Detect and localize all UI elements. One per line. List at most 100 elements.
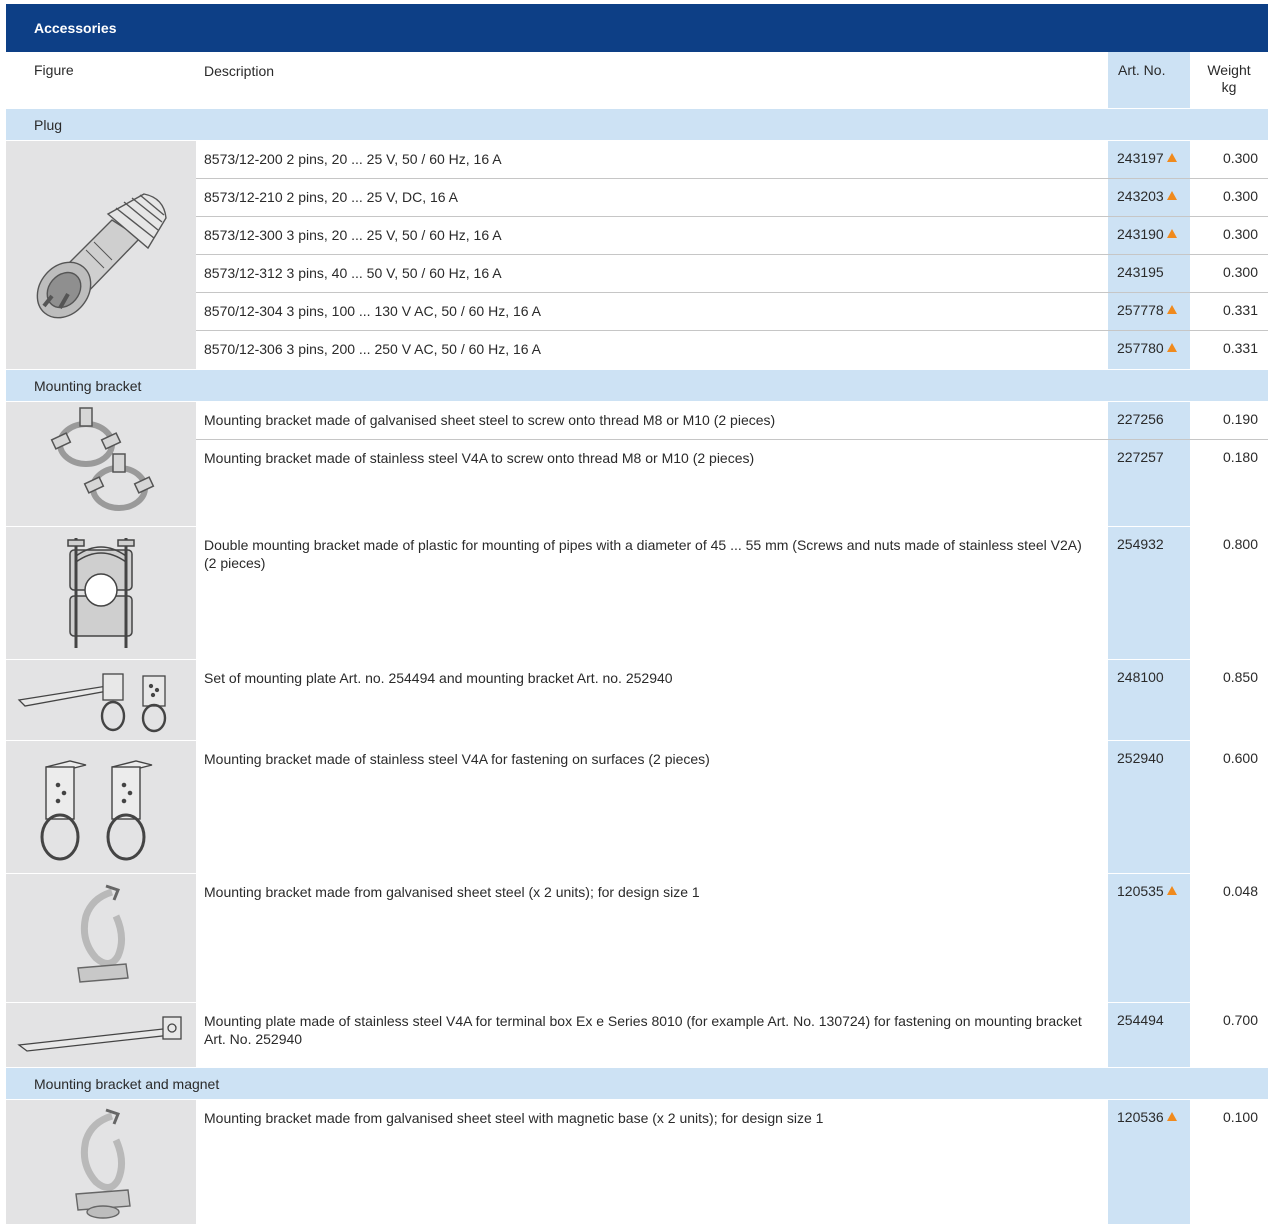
weight-header-line1: Weight [1207,62,1251,78]
art-no-value: 243190 [1117,226,1164,242]
art-no-value: 227257 [1117,449,1164,465]
item-weight: 0.700 [1222,1012,1258,1028]
mounting-plate-figure [6,1003,196,1067]
category-row-mounting-bracket: Mounting bracket [6,369,1268,401]
art-no-value: 248100 [1117,669,1164,685]
item-art-no: 248100 [1106,660,1190,740]
item-weight: 0.800 [1222,536,1258,552]
item-weight: 0.180 [1222,449,1258,465]
art-no-value: 243197 [1117,150,1164,166]
item-weight: 0.300 [1222,264,1258,280]
group-rows: Mounting bracket made from galvanised sh… [196,874,1268,1002]
table-row: Mounting bracket made of galvanised shee… [196,402,1268,440]
availability-marker-icon [1166,343,1177,352]
product-group: Double mounting bracket made of plastic … [6,526,1268,659]
plug-icon [36,193,167,319]
product-group: Mounting bracket made of stainless steel… [6,740,1268,873]
group-rows: Mounting bracket made from galvanised sh… [196,1100,1268,1224]
item-weight: 0.331 [1222,340,1258,356]
description-column-header: Description [204,63,275,79]
table-row: Mounting bracket made from galvanised sh… [196,1100,1268,1224]
availability-marker-icon [1166,305,1177,314]
product-group-plug: 8573/12-200 2 pins, 20 ... 25 V, 50 / 60… [6,140,1268,369]
item-weight: 0.331 [1222,302,1258,318]
product-group: Mounting bracket made from galvanised sh… [6,1099,1268,1224]
availability-marker-icon [1166,886,1177,895]
magnet-clip-figure [6,1100,196,1224]
item-art-no: 254494 [1106,1003,1190,1067]
item-art-no: 252940 [1106,741,1190,873]
spring-clip-icon [77,884,129,983]
item-description: 8573/12-300 3 pins, 20 ... 25 V, 50 / 60… [204,227,502,243]
item-art-no: 227256 [1106,402,1190,439]
table-row: Mounting plate made of stainless steel V… [196,1003,1268,1067]
double-bracket-icon [67,538,135,648]
art-no-column-header: Art. No. [1106,52,1190,108]
item-art-no: 120535 [1106,874,1190,1002]
surface-bracket-icon [40,760,153,861]
item-weight: 0.600 [1222,750,1258,766]
product-group: Mounting plate made of stainless steel V… [6,1002,1268,1067]
item-description: 8573/12-200 2 pins, 20 ... 25 V, 50 / 60… [204,151,502,167]
pipe-clamp-pair-icon [50,407,155,511]
item-art-no: 257778 [1106,293,1190,330]
item-art-no: 243203 [1106,179,1190,216]
group-rows: Double mounting bracket made of plastic … [196,527,1268,659]
table-row: Mounting bracket made of stainless steel… [196,741,1268,873]
item-description: Mounting bracket made of stainless steel… [204,450,755,466]
art-no-value: 243203 [1117,188,1164,204]
art-no-value: 252940 [1117,750,1164,766]
weight-header-line2: kg [1221,79,1237,95]
product-group: Mounting bracket made from galvanised sh… [6,873,1268,1002]
plug-figure [6,141,196,369]
category-row-mounting-bracket-and-magnet: Mounting bracket and magnet [6,1067,1268,1099]
item-description: Mounting bracket made of galvanised shee… [204,412,776,428]
availability-marker-icon [1166,153,1177,162]
table-row: 8573/12-300 3 pins, 20 ... 25 V, 50 / 60… [196,217,1268,255]
art-no-value: 254932 [1117,536,1164,552]
figure-column-header: Figure [34,62,74,78]
art-no-value: 120535 [1117,883,1164,899]
item-weight: 0.300 [1222,150,1258,166]
item-weight: 0.048 [1222,883,1258,899]
art-no-value: 257778 [1117,302,1164,318]
item-description: Mounting bracket made from galvanised sh… [204,884,700,900]
item-weight: 0.300 [1222,226,1258,242]
item-art-no: 254932 [1106,527,1190,659]
item-weight: 0.100 [1222,1109,1258,1125]
item-description: 8570/12-304 3 pins, 100 ... 130 V AC, 50… [204,303,542,319]
item-description: 8573/12-210 2 pins, 20 ... 25 V, DC, 16 … [204,189,458,205]
item-art-no: 243195 [1106,255,1190,292]
art-no-value: 120536 [1117,1109,1164,1125]
table-row: 8570/12-306 3 pins, 200 ... 250 V AC, 50… [196,331,1268,369]
item-description: Mounting plate made of stainless steel V… [204,1013,1082,1047]
table-row: 8570/12-304 3 pins, 100 ... 130 V AC, 50… [196,293,1268,331]
table-title: Accessories [34,20,117,36]
table-row: Mounting bracket made from galvanised sh… [196,874,1268,1002]
art-no-value: 243195 [1117,264,1164,280]
item-description: 8570/12-306 3 pins, 200 ... 250 V AC, 50… [204,341,542,357]
group-rows: Mounting bracket made of galvanised shee… [196,402,1268,526]
table-row: Set of mounting plate Art. no. 254494 an… [196,660,1268,740]
item-description: Mounting bracket made of stainless steel… [204,751,710,767]
plug-rows: 8573/12-200 2 pins, 20 ... 25 V, 50 / 60… [196,141,1268,369]
mounting-plate-icon [17,1016,182,1052]
magnet-clip-icon [75,1108,131,1219]
plate-and-bracket-set-icon [17,673,167,733]
category-row-plug: Plug [6,108,1268,140]
group-rows: Set of mounting plate Art. no. 254494 an… [196,660,1268,740]
table-row: 8573/12-210 2 pins, 20 ... 25 V, DC, 16 … [196,179,1268,217]
item-art-no: 243197 [1106,141,1190,178]
pipe-clamp-figure [6,402,196,526]
art-no-value: 254494 [1117,1012,1164,1028]
availability-marker-icon [1166,229,1177,238]
product-group: Mounting bracket made of galvanised shee… [6,401,1268,526]
art-no-value: 257780 [1117,340,1164,356]
item-art-no: 243190 [1106,217,1190,254]
surface-bracket-figure [6,741,196,873]
item-description: Set of mounting plate Art. no. 254494 an… [204,670,673,686]
group-rows: Mounting plate made of stainless steel V… [196,1003,1268,1067]
weight-column-header: Weight kg [1190,52,1268,108]
item-weight: 0.300 [1222,188,1258,204]
availability-marker-icon [1166,191,1177,200]
